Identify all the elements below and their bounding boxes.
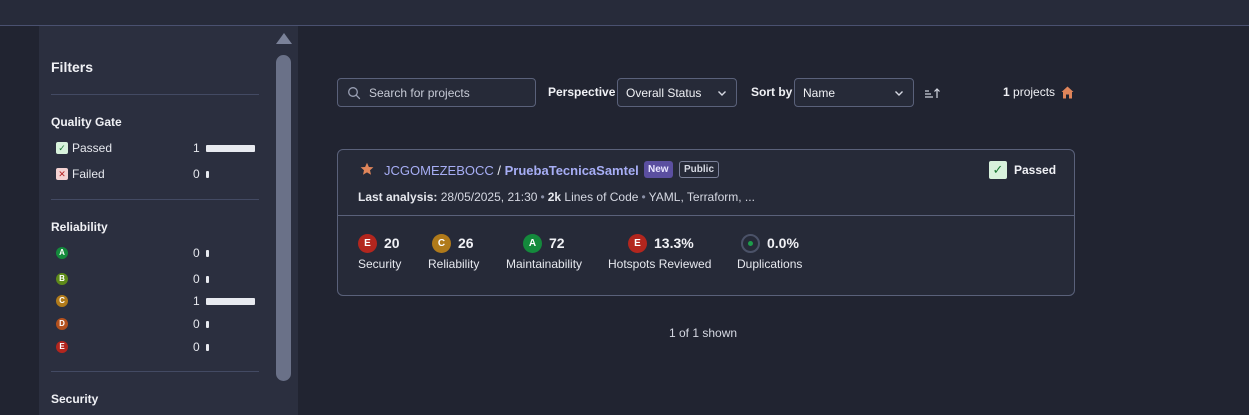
metric-label: Security (358, 257, 402, 271)
duplications-icon (741, 234, 760, 253)
project-name-link[interactable]: PruebaTecnicaSamtel (505, 163, 639, 178)
results-shown-text: 1 of 1 shown (669, 326, 738, 340)
last-analysis-label: Last analysis: (358, 190, 438, 204)
lines-of-code-label: Lines of Code (564, 190, 639, 204)
perspective-select[interactable]: Overall Status (617, 78, 737, 107)
metric-value: 72 (549, 235, 565, 251)
star-icon[interactable] (360, 162, 374, 176)
project-analysis-info: Last analysis: 28/05/2025, 21:30 • 2k Line… (358, 190, 755, 204)
rating-b-icon: B (56, 273, 68, 285)
home-icon[interactable] (1060, 85, 1075, 100)
facet-item-count: 0 (193, 246, 200, 260)
facet-bar (206, 298, 255, 305)
chevron-down-icon (895, 91, 903, 96)
metric-value: 13.3% (654, 235, 694, 251)
facet-item-failed[interactable]: ✕ Failed 0 (56, 166, 256, 182)
perspective-label: Perspective (548, 85, 616, 99)
metric-maintainability[interactable]: A 72 Maintainability (506, 233, 613, 273)
divider (51, 199, 259, 200)
facet-item-count: 0 (193, 167, 200, 181)
separator-dot: • (641, 190, 646, 204)
visibility-badge: Public (679, 161, 720, 178)
rating-c-icon: C (432, 234, 451, 253)
metric-hotspots-reviewed[interactable]: E 13.3% Hotspots Reviewed (608, 233, 738, 273)
card-divider (338, 215, 1074, 216)
metric-label: Hotspots Reviewed (608, 257, 712, 271)
divider (51, 94, 259, 95)
search-icon (348, 87, 361, 100)
last-analysis-value: 28/05/2025, 21:30 (440, 190, 538, 204)
facet-title-reliability: Reliability (51, 220, 108, 234)
rating-a-icon: A (56, 247, 68, 259)
metric-label: Maintainability (506, 257, 583, 271)
scroll-up-arrow-icon[interactable] (276, 33, 292, 44)
facet-item-count: 1 (193, 294, 200, 308)
sort-select[interactable]: Name (794, 78, 914, 107)
check-icon: ✓ (56, 142, 68, 154)
facet-item-count: 0 (193, 272, 200, 286)
project-title: JCGOMEZEBOCC / PruebaTecnicaSamtel (384, 163, 639, 178)
facet-bar (206, 321, 209, 328)
quality-gate-check-icon: ✓ (989, 161, 1007, 179)
metric-label: Reliability (428, 257, 480, 271)
new-badge: New (644, 161, 673, 178)
facet-bar (206, 250, 209, 257)
perspective-value: Overall Status (626, 86, 702, 100)
filters-sidebar: Filters Quality Gate ✓ Passed 1 ✕ Failed… (39, 26, 298, 415)
sort-ascending-icon[interactable] (924, 86, 942, 100)
facet-item-passed[interactable]: ✓ Passed 1 (56, 140, 256, 156)
lines-of-code-value: 2k (547, 190, 562, 204)
search-input[interactable] (369, 83, 529, 103)
separator-dot: • (540, 190, 545, 204)
metric-value: 20 (384, 235, 400, 251)
projects-count-word: projects (1013, 85, 1056, 99)
rating-e-icon: E (628, 234, 647, 253)
projects-count-number: 1 (1003, 85, 1010, 99)
rating-e-icon: E (358, 234, 377, 253)
facet-item-count: 0 (193, 317, 200, 331)
facet-bar (206, 145, 255, 152)
facet-bar (206, 171, 209, 178)
divider (51, 371, 259, 372)
scrollbar-thumb[interactable] (276, 55, 291, 381)
quality-gate-status: Passed (1014, 163, 1057, 177)
facet-item-label: Passed (72, 141, 113, 155)
rating-a-icon: A (523, 234, 542, 253)
projects-count: 1 projects (1003, 85, 1055, 99)
metric-value: 0.0% (767, 235, 799, 251)
project-separator: / (493, 163, 505, 178)
metric-value: 26 (458, 235, 474, 251)
filters-title: Filters (51, 59, 94, 75)
facet-item-count: 1 (193, 141, 200, 155)
project-card: JCGOMEZEBOCC / PruebaTecnicaSamtel New P… (337, 149, 1075, 296)
top-bar (0, 0, 1249, 26)
facet-title-quality-gate: Quality Gate (51, 115, 122, 129)
metric-label: Duplications (737, 257, 803, 271)
sort-label: Sort by (751, 85, 793, 99)
rating-e-icon: E (56, 341, 68, 353)
metric-reliability[interactable]: C 26 Reliability (428, 233, 502, 273)
cross-icon: ✕ (56, 168, 68, 180)
facet-bar (206, 276, 209, 283)
facet-item-rating-c[interactable]: C 1 (56, 293, 256, 309)
sort-value: Name (803, 86, 836, 100)
metric-security[interactable]: E 20 Security (358, 233, 428, 273)
facet-item-rating-d[interactable]: D 0 (56, 316, 256, 332)
chevron-down-icon (718, 91, 726, 96)
languages: YAML, Terraform, ... (648, 190, 755, 204)
project-organization-link[interactable]: JCGOMEZEBOCC (384, 163, 494, 178)
metric-duplications[interactable]: 0.0% Duplications (737, 233, 831, 273)
facet-bar (206, 344, 209, 351)
search-box[interactable] (337, 78, 536, 107)
facet-item-rating-b[interactable]: B 0 (56, 271, 256, 287)
facet-title-security: Security (51, 392, 99, 406)
facet-item-rating-e[interactable]: E 0 (56, 339, 256, 355)
rating-d-icon: D (56, 318, 68, 330)
facet-item-rating-a[interactable]: A 0 (56, 245, 256, 261)
facet-item-count: 0 (193, 340, 200, 354)
facet-item-label: Failed (72, 167, 105, 181)
rating-c-icon: C (56, 295, 68, 307)
